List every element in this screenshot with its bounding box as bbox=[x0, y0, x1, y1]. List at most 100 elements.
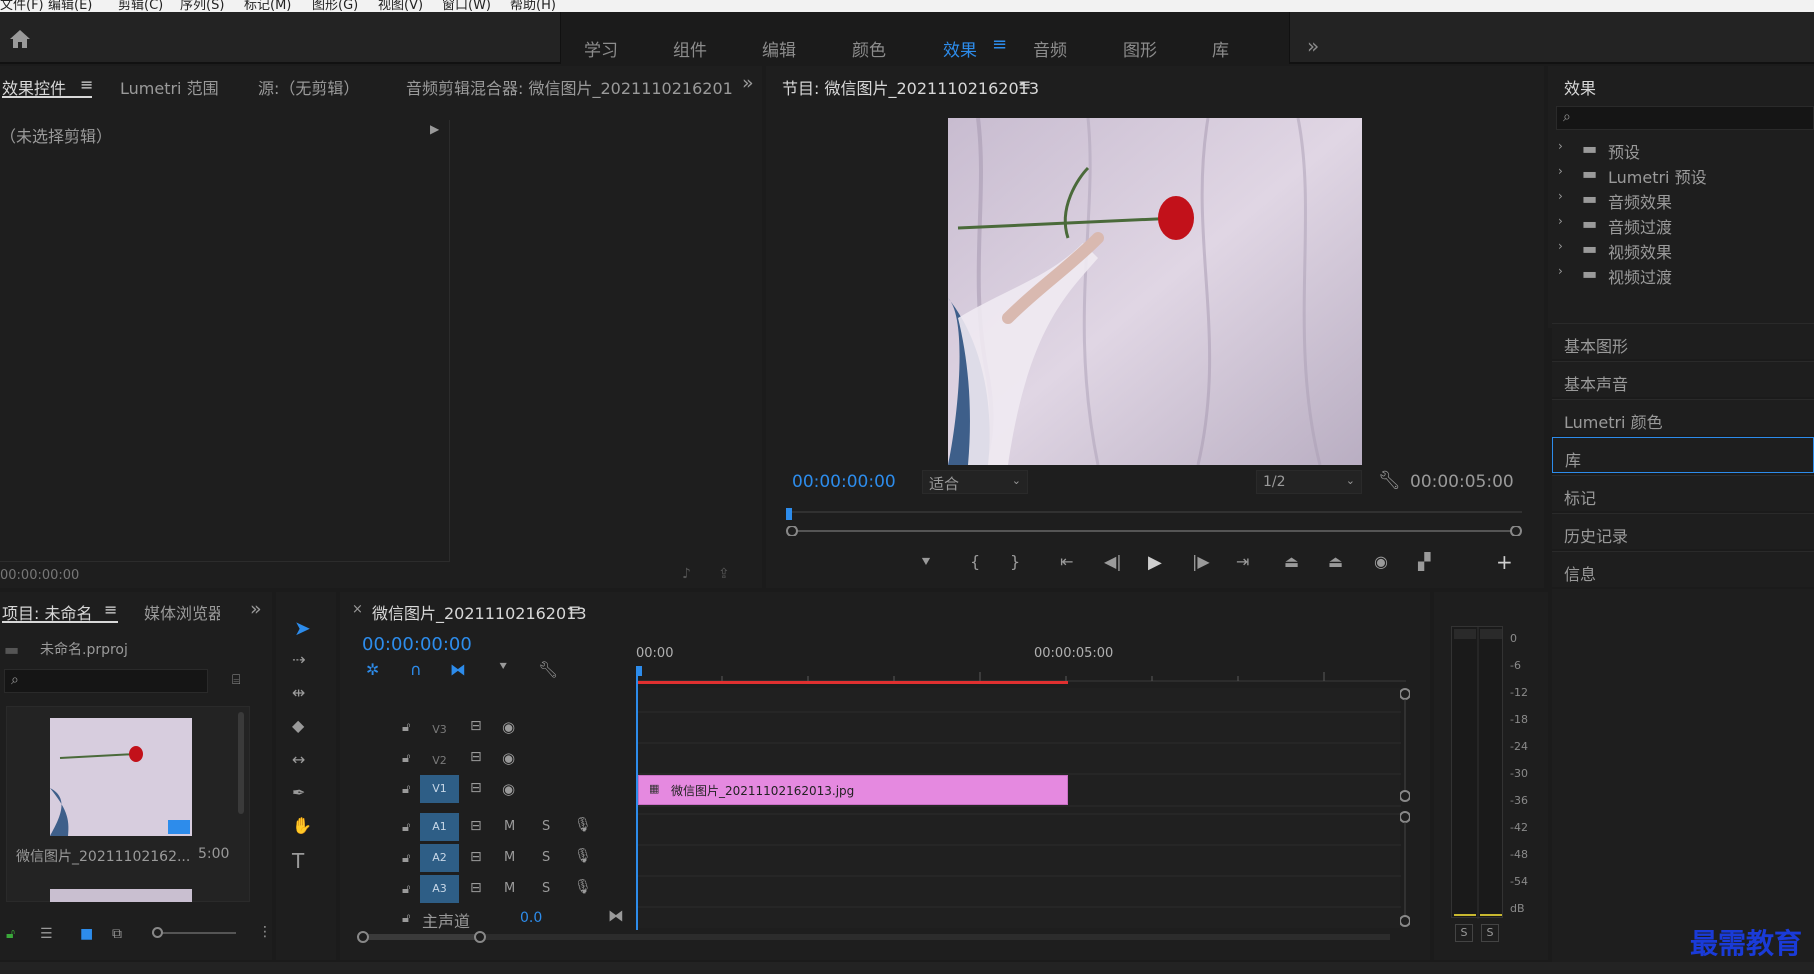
meter-solo-left[interactable]: S bbox=[1455, 924, 1473, 942]
timeline-clip[interactable]: ▦ 微信图片_20211102162013.jpg bbox=[638, 775, 1068, 805]
pen-tool-icon[interactable]: ✒ bbox=[292, 783, 305, 802]
solo-button[interactable]: S bbox=[542, 881, 550, 896]
section-history[interactable]: 历史记录 bbox=[1552, 513, 1814, 549]
chevron-right-icon[interactable]: › bbox=[1558, 189, 1563, 203]
toggle-sync-lock-icon[interactable]: ⊟ bbox=[470, 880, 482, 896]
hand-tool-icon[interactable]: ✋ bbox=[292, 816, 312, 835]
effects-search-input[interactable]: ⌕ bbox=[1556, 106, 1814, 130]
new-search-bin-icon[interactable]: ⌸ bbox=[232, 672, 240, 688]
menu-help[interactable]: 帮助(H) bbox=[510, 0, 556, 12]
mark-in-icon[interactable]: { bbox=[970, 552, 980, 571]
eye-icon[interactable]: ◉ bbox=[502, 749, 515, 767]
mute-button[interactable]: M bbox=[504, 819, 515, 834]
solo-button[interactable]: S bbox=[542, 850, 550, 865]
type-tool-icon[interactable]: T bbox=[292, 849, 304, 873]
project-clip-name[interactable]: 微信图片_20211102162... bbox=[16, 846, 190, 866]
program-title[interactable]: 节目: 微信图片_20211102162013 bbox=[782, 75, 1039, 99]
more-tabs-icon[interactable]: » bbox=[250, 598, 262, 620]
microphone-icon[interactable]: 🎙︎ bbox=[574, 817, 592, 833]
section-essential-graphics[interactable]: 基本图形 bbox=[1552, 323, 1814, 359]
go-to-in-icon[interactable]: ⇤ bbox=[1060, 552, 1073, 571]
chevron-right-icon[interactable]: › bbox=[1558, 239, 1563, 253]
step-back-icon[interactable]: ◀| bbox=[1104, 552, 1122, 571]
timeline-title[interactable]: 微信图片_20211102162013 bbox=[372, 600, 587, 624]
microphone-icon[interactable]: 🎙︎ bbox=[574, 848, 592, 864]
ws-effects-menu-icon[interactable]: ≡ bbox=[992, 34, 1007, 55]
lock-icon[interactable]: 🔓︎ bbox=[402, 720, 410, 735]
compare-view-icon[interactable]: ▞ bbox=[1418, 552, 1430, 571]
menu-graphics[interactable]: 图形(G) bbox=[312, 0, 358, 12]
lock-icon[interactable]: 🔓︎ bbox=[402, 782, 410, 797]
track-select-tool-icon[interactable]: ⇢ bbox=[292, 650, 305, 669]
project-clip-thumbnail-2[interactable] bbox=[50, 889, 192, 902]
menu-marker[interactable]: 标记(M) bbox=[244, 0, 291, 12]
track-v1-label[interactable]: V1 bbox=[420, 775, 459, 803]
solo-button[interactable]: S bbox=[542, 819, 550, 834]
timeline-menu-icon[interactable]: ≡ bbox=[568, 600, 581, 619]
meter-solo-right[interactable]: S bbox=[1481, 924, 1499, 942]
track-a2-label[interactable]: A2 bbox=[420, 844, 459, 872]
program-current-timecode[interactable]: 00:00:00:00 bbox=[792, 472, 896, 492]
lift-icon[interactable]: ⏏ bbox=[1284, 552, 1299, 571]
track-a3-label[interactable]: A3 bbox=[420, 875, 459, 903]
zoom-slider-handle[interactable] bbox=[152, 927, 163, 938]
menu-sequence[interactable]: 序列(S) bbox=[180, 0, 224, 12]
effects-item-audio-effects[interactable]: 音频效果 bbox=[1608, 189, 1672, 213]
lock-icon[interactable]: 🔓︎ bbox=[402, 882, 410, 897]
wrench-icon[interactable]: 🔧︎ bbox=[538, 660, 558, 679]
ws-audio[interactable]: 音频 bbox=[1033, 36, 1067, 61]
lock-icon[interactable]: 🔓︎ bbox=[402, 751, 410, 766]
project-menu-icon[interactable]: ≡ bbox=[104, 600, 117, 619]
chevron-right-icon[interactable]: › bbox=[1558, 264, 1563, 278]
tab-lumetri-scopes[interactable]: Lumetri 范围 bbox=[120, 75, 219, 99]
lock-icon[interactable]: 🔓︎ bbox=[402, 911, 410, 926]
lock-icon[interactable]: 🔓︎ bbox=[402, 820, 410, 835]
timeline-ruler[interactable] bbox=[636, 666, 1406, 682]
timeline-vscroll[interactable] bbox=[1400, 688, 1410, 928]
lock-icon[interactable]: 🔓︎ bbox=[402, 851, 410, 866]
timeline-hscroll[interactable] bbox=[356, 930, 1396, 944]
more-options-icon[interactable]: ⋮ bbox=[258, 924, 272, 940]
more-workspaces-icon[interactable]: » bbox=[1307, 34, 1319, 58]
selection-tool-icon[interactable]: ➤ bbox=[294, 616, 311, 640]
wrench-icon[interactable]: 🔧︎ bbox=[1378, 470, 1401, 491]
effects-item-video-effects[interactable]: 视频效果 bbox=[1608, 239, 1672, 263]
track-v2-label[interactable]: V2 bbox=[420, 747, 459, 775]
razor-tool-icon[interactable]: ◆ bbox=[292, 716, 304, 735]
toggle-sync-lock-icon[interactable]: ⊟ bbox=[470, 749, 482, 765]
section-markers[interactable]: 标记 bbox=[1552, 475, 1814, 511]
more-tabs-icon[interactable]: » bbox=[742, 72, 754, 94]
list-view-icon[interactable]: ☰ bbox=[40, 926, 53, 942]
home-icon[interactable] bbox=[8, 28, 32, 50]
ws-color[interactable]: 颜色 bbox=[852, 36, 886, 61]
work-area-bar[interactable] bbox=[636, 681, 1068, 684]
track-a1-label[interactable]: A1 bbox=[420, 813, 459, 841]
toggle-sync-lock-icon[interactable]: ⊟ bbox=[470, 849, 482, 865]
project-scrollbar[interactable] bbox=[238, 712, 244, 814]
master-volume-value[interactable]: 0.0 bbox=[520, 910, 542, 926]
section-libraries[interactable]: 库 bbox=[1552, 437, 1814, 473]
section-info[interactable]: 信息 bbox=[1552, 551, 1814, 587]
fit-dropdown[interactable]: 适合 ⌄ bbox=[922, 470, 1028, 494]
menu-clip[interactable]: 剪辑(C) bbox=[118, 0, 163, 12]
chevron-right-icon[interactable]: › bbox=[1558, 214, 1563, 228]
menu-edit[interactable]: 编辑(E) bbox=[48, 0, 92, 12]
effects-title[interactable]: 效果 bbox=[1564, 75, 1596, 99]
add-marker-icon[interactable]: ⯆ bbox=[498, 660, 508, 675]
add-button-icon[interactable]: + bbox=[1496, 550, 1513, 574]
export-icon[interactable]: ⇪ bbox=[718, 566, 730, 582]
lock-icon[interactable]: 🔓︎ bbox=[6, 926, 15, 942]
step-forward-icon[interactable]: |▶ bbox=[1192, 552, 1210, 571]
close-icon[interactable]: × bbox=[352, 602, 363, 617]
mute-button[interactable]: M bbox=[504, 850, 515, 865]
ws-learn[interactable]: 学习 bbox=[584, 36, 618, 61]
export-frame-icon[interactable]: ◉ bbox=[1374, 552, 1388, 571]
add-marker-icon[interactable]: ⯆ bbox=[920, 553, 932, 571]
nest-toggle-icon[interactable]: ✲ bbox=[366, 660, 379, 679]
microphone-icon[interactable]: 🎙︎ bbox=[574, 879, 592, 895]
track-content-area[interactable] bbox=[636, 688, 1401, 928]
go-to-out-icon[interactable]: ⇥ bbox=[1236, 552, 1249, 571]
effects-item-presets[interactable]: 预设 bbox=[1608, 139, 1640, 163]
effects-item-audio-transitions[interactable]: 音频过渡 bbox=[1608, 214, 1672, 238]
program-zoom-bar[interactable] bbox=[786, 526, 1522, 536]
